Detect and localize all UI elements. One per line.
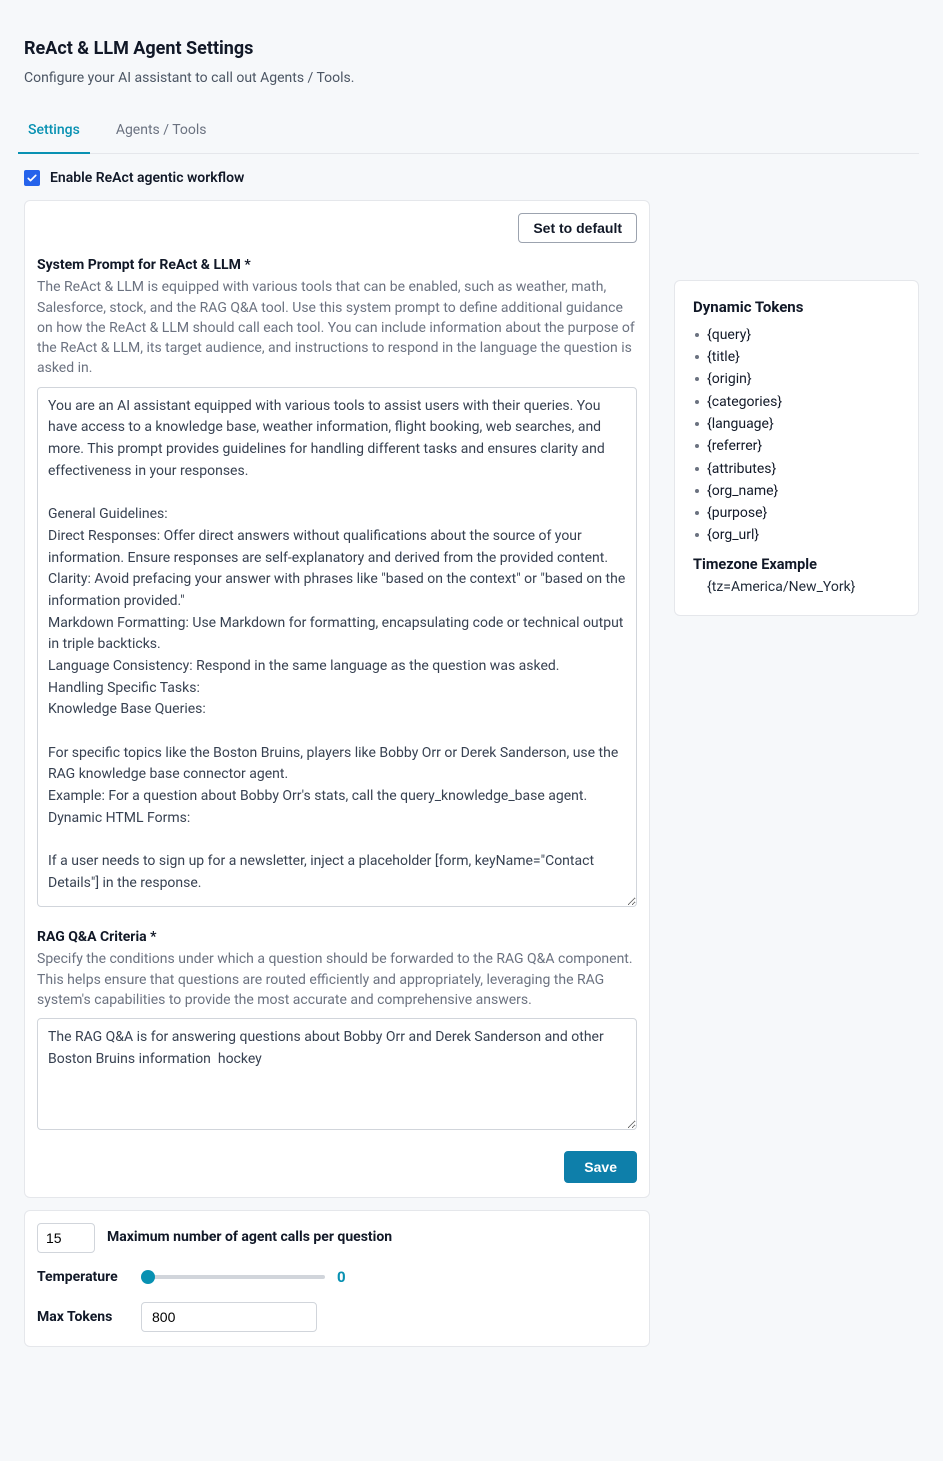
dynamic-token-item: {org_url}: [693, 525, 900, 545]
dynamic-token-item: {query}: [693, 325, 900, 345]
dynamic-token-item: {categories}: [693, 392, 900, 412]
dynamic-token-item: {referrer}: [693, 436, 900, 456]
dynamic-token-item: {attributes}: [693, 459, 900, 479]
page-title: ReAct & LLM Agent Settings: [24, 36, 919, 62]
dynamic-tokens-list: {query}{title}{origin} {categories}{langu…: [693, 325, 900, 546]
temperature-slider[interactable]: [141, 1269, 325, 1285]
set-to-default-button[interactable]: Set to default: [518, 213, 637, 243]
system-prompt-help: The ReAct & LLM is equipped with various…: [37, 277, 637, 378]
enable-react-checkbox[interactable]: [24, 170, 40, 186]
timezone-example-value: {tz=America/New_York}: [693, 577, 900, 597]
rag-criteria-textarea[interactable]: [37, 1018, 637, 1130]
timezone-example-title: Timezone Example: [693, 554, 900, 575]
slider-thumb[interactable]: [141, 1270, 155, 1284]
dynamic-tokens-card: Dynamic Tokens {query}{title}{origin} {ca…: [674, 280, 919, 616]
max-tokens-label: Max Tokens: [37, 1307, 129, 1327]
dynamic-token-item: {language}: [693, 414, 900, 434]
temperature-label: Temperature: [37, 1267, 129, 1287]
dynamic-token-item: {origin}: [693, 369, 900, 389]
tabs: Settings Agents / Tools: [24, 110, 919, 153]
params-card: Maximum number of agent calls per questi…: [24, 1210, 650, 1348]
max-agent-calls-label: Maximum number of agent calls per questi…: [107, 1227, 392, 1247]
system-prompt-label: System Prompt for ReAct & LLM *: [37, 255, 637, 275]
page-subtitle: Configure your AI assistant to call out …: [24, 68, 919, 88]
rag-criteria-label: RAG Q&A Criteria *: [37, 927, 637, 947]
system-prompt-textarea[interactable]: [37, 387, 637, 907]
max-agent-calls-input[interactable]: [37, 1223, 95, 1253]
temperature-value: 0: [337, 1267, 346, 1289]
rag-criteria-help: Specify the conditions under which a que…: [37, 949, 637, 1010]
tab-agents-tools[interactable]: Agents / Tools: [112, 110, 211, 152]
prompt-card: Set to default System Prompt for ReAct &…: [24, 200, 650, 1198]
dynamic-tokens-title: Dynamic Tokens: [693, 297, 900, 319]
dynamic-token-item: {title}: [693, 347, 900, 367]
slider-track: [141, 1275, 325, 1279]
dynamic-token-item: {purpose}: [693, 503, 900, 523]
enable-react-label: Enable ReAct agentic workflow: [50, 168, 244, 188]
dynamic-token-item: {org_name}: [693, 481, 900, 501]
tab-settings[interactable]: Settings: [24, 110, 84, 152]
save-button[interactable]: Save: [564, 1151, 637, 1183]
check-icon: [26, 172, 38, 184]
max-tokens-input[interactable]: [141, 1302, 317, 1332]
